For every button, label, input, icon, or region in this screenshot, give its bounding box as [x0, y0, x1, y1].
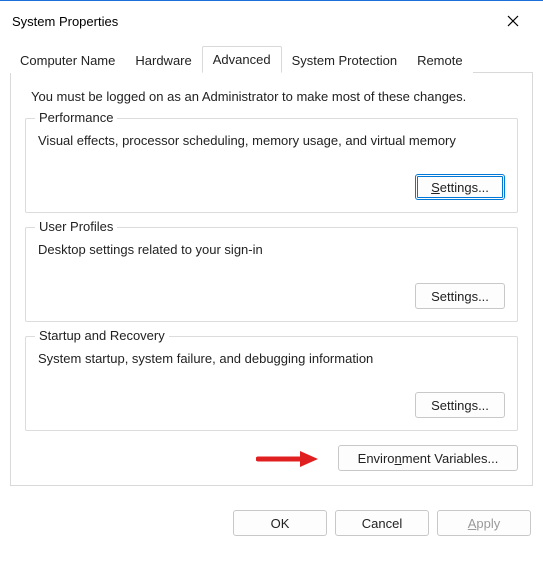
group-performance-desc: Visual effects, processor scheduling, me… — [38, 133, 505, 148]
tabstrip: Computer Name Hardware Advanced System P… — [10, 45, 533, 72]
user-profiles-settings-button[interactable]: Settings... — [415, 283, 505, 309]
tab-system-protection[interactable]: System Protection — [282, 48, 408, 73]
window-title: System Properties — [12, 14, 118, 29]
group-startup-recovery: Startup and Recovery System startup, sys… — [25, 336, 518, 431]
group-startup-recovery-desc: System startup, system failure, and debu… — [38, 351, 505, 366]
group-user-profiles: User Profiles Desktop settings related t… — [25, 227, 518, 322]
cancel-button[interactable]: Cancel — [335, 510, 429, 536]
tab-advanced[interactable]: Advanced — [202, 46, 282, 73]
environment-variables-row: Environment Variables... — [25, 445, 518, 471]
ok-button[interactable]: OK — [233, 510, 327, 536]
close-icon — [507, 15, 519, 27]
group-user-profiles-desc: Desktop settings related to your sign-in — [38, 242, 505, 257]
tab-computer-name[interactable]: Computer Name — [10, 48, 125, 73]
arrow-annotation — [256, 449, 318, 472]
apply-button[interactable]: Apply — [437, 510, 531, 536]
arrow-icon — [256, 449, 318, 469]
group-user-profiles-legend: User Profiles — [35, 219, 117, 234]
environment-variables-button[interactable]: Environment Variables... — [338, 445, 518, 471]
admin-notice: You must be logged on as an Administrato… — [31, 89, 518, 104]
tab-remote[interactable]: Remote — [407, 48, 473, 73]
group-performance-legend: Performance — [35, 110, 117, 125]
dialog-body: Computer Name Hardware Advanced System P… — [0, 39, 543, 496]
titlebar: System Properties — [0, 0, 543, 39]
group-performance: Performance Visual effects, processor sc… — [25, 118, 518, 213]
close-button[interactable] — [493, 7, 533, 35]
group-startup-recovery-legend: Startup and Recovery — [35, 328, 169, 343]
performance-settings-button[interactable]: Settings... — [415, 174, 505, 200]
dialog-footer: OK Cancel Apply — [0, 496, 543, 546]
tab-hardware[interactable]: Hardware — [125, 48, 201, 73]
tab-page-advanced: You must be logged on as an Administrato… — [10, 72, 533, 486]
startup-recovery-settings-button[interactable]: Settings... — [415, 392, 505, 418]
